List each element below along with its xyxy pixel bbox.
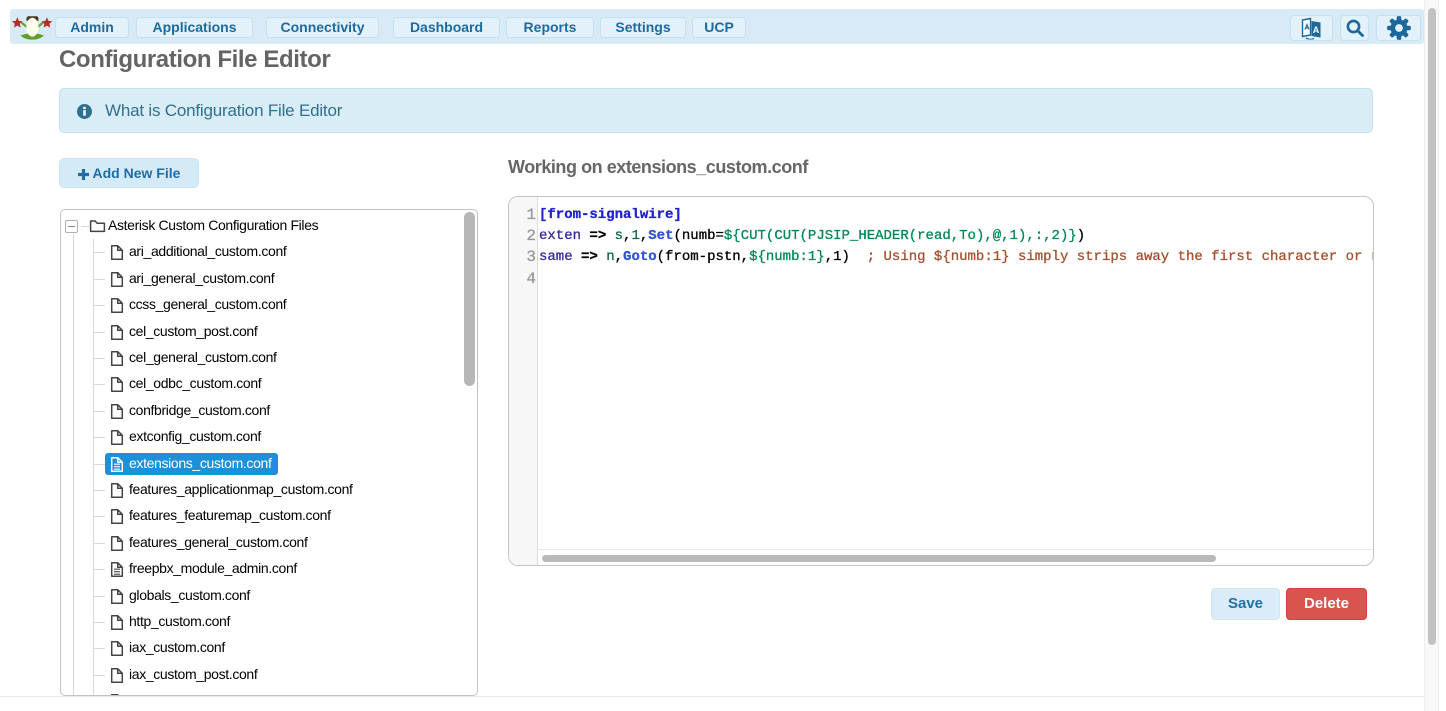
svg-text:A: A	[1312, 25, 1319, 35]
